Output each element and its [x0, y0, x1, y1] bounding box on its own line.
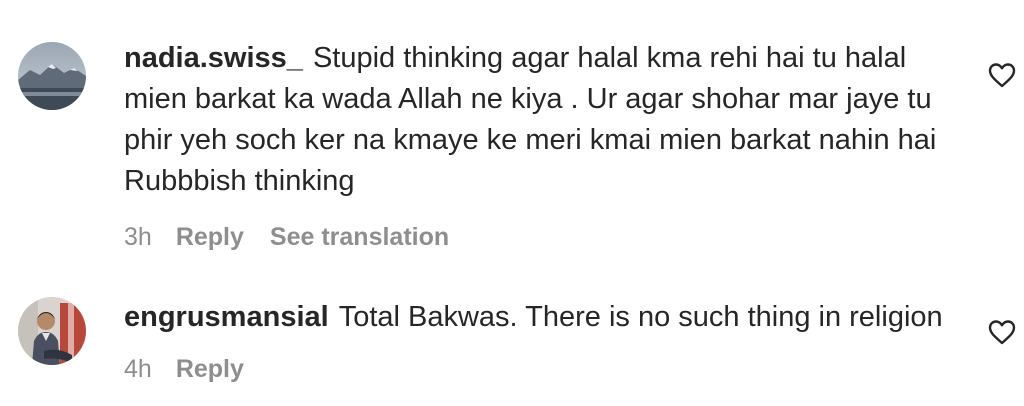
- comment-text: Total Bakwas. There is no such thing in …: [338, 301, 943, 333]
- username[interactable]: engrusmansial: [124, 301, 329, 333]
- heart-outline-icon[interactable]: [988, 319, 1016, 345]
- avatar-image: [18, 42, 86, 110]
- comment-text-block: nadia.swiss_ Stupid thinking agar halal k…: [124, 38, 964, 202]
- see-translation-button[interactable]: See translation: [270, 220, 449, 254]
- avatar[interactable]: [18, 42, 86, 110]
- comment-item: engrusmansial Total Bakwas. There is no s…: [0, 285, 1024, 406]
- comment-body: nadia.swiss_ Stupid thinking agar halal k…: [124, 38, 964, 254]
- timestamp: 3h: [124, 223, 152, 251]
- username[interactable]: nadia.swiss_: [124, 42, 303, 74]
- heart-outline-icon[interactable]: [988, 62, 1016, 88]
- comment-meta: 3h Reply See translation: [124, 220, 964, 254]
- avatar[interactable]: [18, 297, 86, 365]
- comment-body: engrusmansial Total Bakwas. There is no s…: [124, 297, 964, 386]
- timestamp: 4h: [124, 355, 152, 383]
- comment-item: nadia.swiss_ Stupid thinking agar halal k…: [0, 0, 1024, 260]
- avatar-image: [18, 297, 86, 365]
- comment-meta: 4h Reply: [124, 352, 964, 386]
- reply-button[interactable]: Reply: [176, 352, 244, 386]
- reply-button[interactable]: Reply: [176, 220, 244, 254]
- comment-text-block: engrusmansial Total Bakwas. There is no s…: [124, 297, 964, 338]
